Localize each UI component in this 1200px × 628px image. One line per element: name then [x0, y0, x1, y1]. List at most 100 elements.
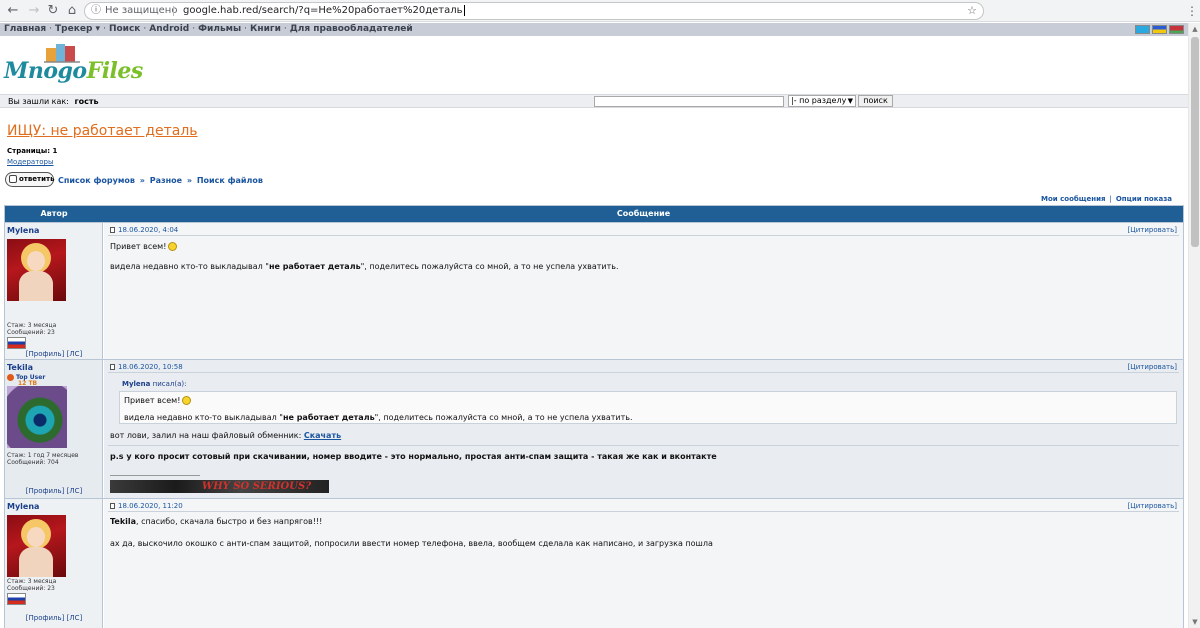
reload-icon[interactable]: ↻ — [45, 3, 61, 19]
nav-tracker[interactable]: Трекер — [55, 24, 92, 34]
post-message-column: 18.06.2020, 11:20 [Цитировать] Tekila, с… — [104, 499, 1183, 628]
search-input[interactable] — [594, 96, 784, 107]
browser-toolbar: ← → ↻ ⌂ ⓘ Не защищено google.hab.red/sea… — [0, 0, 1200, 22]
quote-text-pre: видела недавно кто-то выкладывал " — [124, 413, 283, 422]
author-name[interactable]: Mylena — [7, 226, 39, 235]
signature-divider — [110, 475, 200, 476]
breadcrumb-misc[interactable]: Разное — [150, 176, 182, 185]
scroll-up-arrow-icon[interactable]: ▲ — [1189, 23, 1200, 35]
nav-home[interactable]: Главная — [4, 24, 46, 34]
quote-link[interactable]: [Цитировать] — [1128, 502, 1177, 510]
message-text-post: ", поделитесь пожалуйста со мной, а то н… — [360, 262, 619, 271]
section-select[interactable]: |- по разделу ▼ — [788, 95, 856, 107]
scrollbar-thumb[interactable] — [1191, 37, 1199, 247]
back-arrow-icon[interactable]: ← — [5, 3, 21, 19]
chevron-down-icon[interactable]: ▼ — [848, 96, 853, 106]
user-stage: Стаж: 1 год 7 месяцев — [7, 452, 79, 459]
post-date-value[interactable]: 18.06.2020, 11:20 — [118, 502, 183, 510]
post-link-icon — [110, 364, 115, 370]
more-vert-icon[interactable]: ⋮ — [1186, 3, 1198, 19]
flag-belarus-icon[interactable] — [1169, 25, 1184, 34]
post-date[interactable]: 18.06.2020, 11:20 — [110, 502, 183, 510]
breadcrumb-file-search[interactable]: Поиск файлов — [197, 176, 263, 185]
star-icon[interactable]: ☆ — [967, 3, 977, 19]
nav-books[interactable]: Книги — [250, 24, 281, 34]
user-stats: Стаж: 3 месяца Сообщений: 23 — [7, 578, 56, 592]
private-message-link[interactable]: [ЛС] — [67, 614, 83, 622]
message-divider — [108, 372, 1179, 373]
scroll-down-arrow-icon[interactable]: ▼ — [1189, 616, 1200, 628]
flag-ukraine-icon[interactable] — [1152, 25, 1167, 34]
message-line: ах да, выскочило окошко с анти-спам защи… — [110, 539, 713, 548]
profile-link[interactable]: [Профиль] — [26, 487, 65, 495]
page-viewport: Главная · Трекер ▾ · Поиск · Android · Фильмы · Кн… — [0, 23, 1200, 628]
post: Mylena Стаж: 3 месяца Сообщений: 23 [Про… — [5, 498, 1183, 628]
page-number[interactable]: 1 — [52, 147, 57, 155]
user-stats: Стаж: 1 год 7 месяцев Сообщений: 704 — [7, 452, 78, 466]
display-options-link[interactable]: Опции показа — [1116, 195, 1172, 203]
my-messages-link[interactable]: Мои сообщения — [1041, 195, 1106, 203]
post-date-value[interactable]: 18.06.2020, 10:58 — [118, 363, 183, 371]
chevron-down-icon[interactable]: ▾ — [96, 24, 101, 34]
user-stage: Стаж: 3 месяца — [7, 578, 57, 585]
omnibox-divider — [173, 6, 174, 16]
quote-author-name: Mylena — [122, 380, 151, 388]
post-message-column: 18.06.2020, 10:58 [Цитировать] Mylena пи… — [104, 360, 1183, 498]
author-name[interactable]: Tekila — [7, 363, 33, 372]
profile-link[interactable]: [Профиль] — [26, 350, 65, 358]
message-text: , спасибо, скачала быстро и без напрягов… — [136, 517, 323, 526]
language-flags — [1135, 25, 1184, 34]
message-divider — [108, 445, 1179, 446]
breadcrumb: Список форумов » Разное » Поиск файлов — [58, 176, 263, 185]
nav-search[interactable]: Поиск — [109, 24, 140, 34]
moderators-link[interactable]: Модераторы — [7, 158, 54, 166]
ps-text: p.s у кого просит сотовый при скачивании… — [110, 452, 717, 461]
user-stats: Стаж: 3 месяца Сообщений: 23 — [7, 322, 56, 336]
quote-link[interactable]: [Цитировать] — [1128, 363, 1177, 371]
profile-links: [Профиль] [ЛС] — [5, 350, 103, 358]
reply-label: ответить — [19, 175, 55, 183]
author-name[interactable]: Mylena — [7, 502, 39, 511]
flag-russia-icon — [7, 337, 26, 349]
breadcrumb-separator: » — [139, 176, 145, 185]
nav-rightholders[interactable]: Для правообладателей — [290, 24, 413, 34]
private-message-link[interactable]: [ЛС] — [67, 350, 83, 358]
security-label[interactable]: Не защищено — [105, 3, 177, 19]
mentioned-user: Tekila — [110, 517, 137, 526]
nav-separator: · — [103, 24, 106, 34]
private-message-link[interactable]: [ЛС] — [67, 487, 83, 495]
site-logo[interactable]: MnogoFiles — [4, 58, 143, 84]
topic-title[interactable]: ИЩУ: не работает деталь — [7, 123, 198, 139]
post-date-value[interactable]: 18.06.2020, 4:04 — [118, 226, 178, 234]
post-date[interactable]: 18.06.2020, 10:58 — [110, 363, 183, 371]
search-button[interactable]: поиск — [858, 95, 893, 107]
profile-links: [Профиль] [ЛС] — [5, 614, 103, 622]
quote-text-post: ", поделитесь пожалуйста со мной, а то н… — [374, 413, 633, 422]
download-link[interactable]: Скачать — [304, 431, 341, 440]
info-icon[interactable]: ⓘ — [91, 3, 101, 19]
flag-kazakhstan-icon[interactable] — [1135, 25, 1150, 34]
message-greeting: Привет всем! — [110, 242, 167, 251]
posts-header: Автор Сообщение — [5, 206, 1183, 222]
forward-arrow-icon[interactable]: → — [26, 3, 42, 19]
user-message-count: Сообщений: 23 — [7, 329, 55, 336]
quote-text-bold: не работает деталь — [282, 413, 375, 422]
reply-button[interactable]: ответить — [5, 172, 55, 187]
home-icon[interactable]: ⌂ — [64, 3, 80, 19]
vertical-scrollbar[interactable]: ▲ ▼ — [1188, 23, 1200, 628]
nav-movies[interactable]: Фильмы — [198, 24, 241, 34]
breadcrumb-forums[interactable]: Список форумов — [58, 176, 135, 185]
post-author-column: Mylena Стаж: 3 месяца Сообщений: 23 [Про… — [5, 223, 103, 359]
post-link-icon — [110, 227, 115, 233]
nav-android[interactable]: Android — [149, 24, 189, 34]
logo-part2[interactable]: Files — [87, 58, 144, 84]
url-text[interactable]: google.hab.red/search/?q=Не%20работает%2… — [183, 3, 465, 19]
logo-part1[interactable]: Mnogo — [4, 58, 87, 84]
post-date[interactable]: 18.06.2020, 4:04 — [110, 226, 178, 234]
section-select-value[interactable]: |- по разделу — [791, 96, 846, 105]
quote-link[interactable]: [Цитировать] — [1128, 226, 1177, 234]
address-bar[interactable]: ⓘ Не защищено google.hab.red/search/?q=Н… — [84, 2, 984, 20]
post-author-column: Tekila Top User 12 TB Стаж: 1 год 7 месяц… — [5, 360, 103, 498]
url-value[interactable]: google.hab.red/search/?q=Не%20работает%2… — [183, 5, 463, 16]
profile-link[interactable]: [Профиль] — [26, 614, 65, 622]
